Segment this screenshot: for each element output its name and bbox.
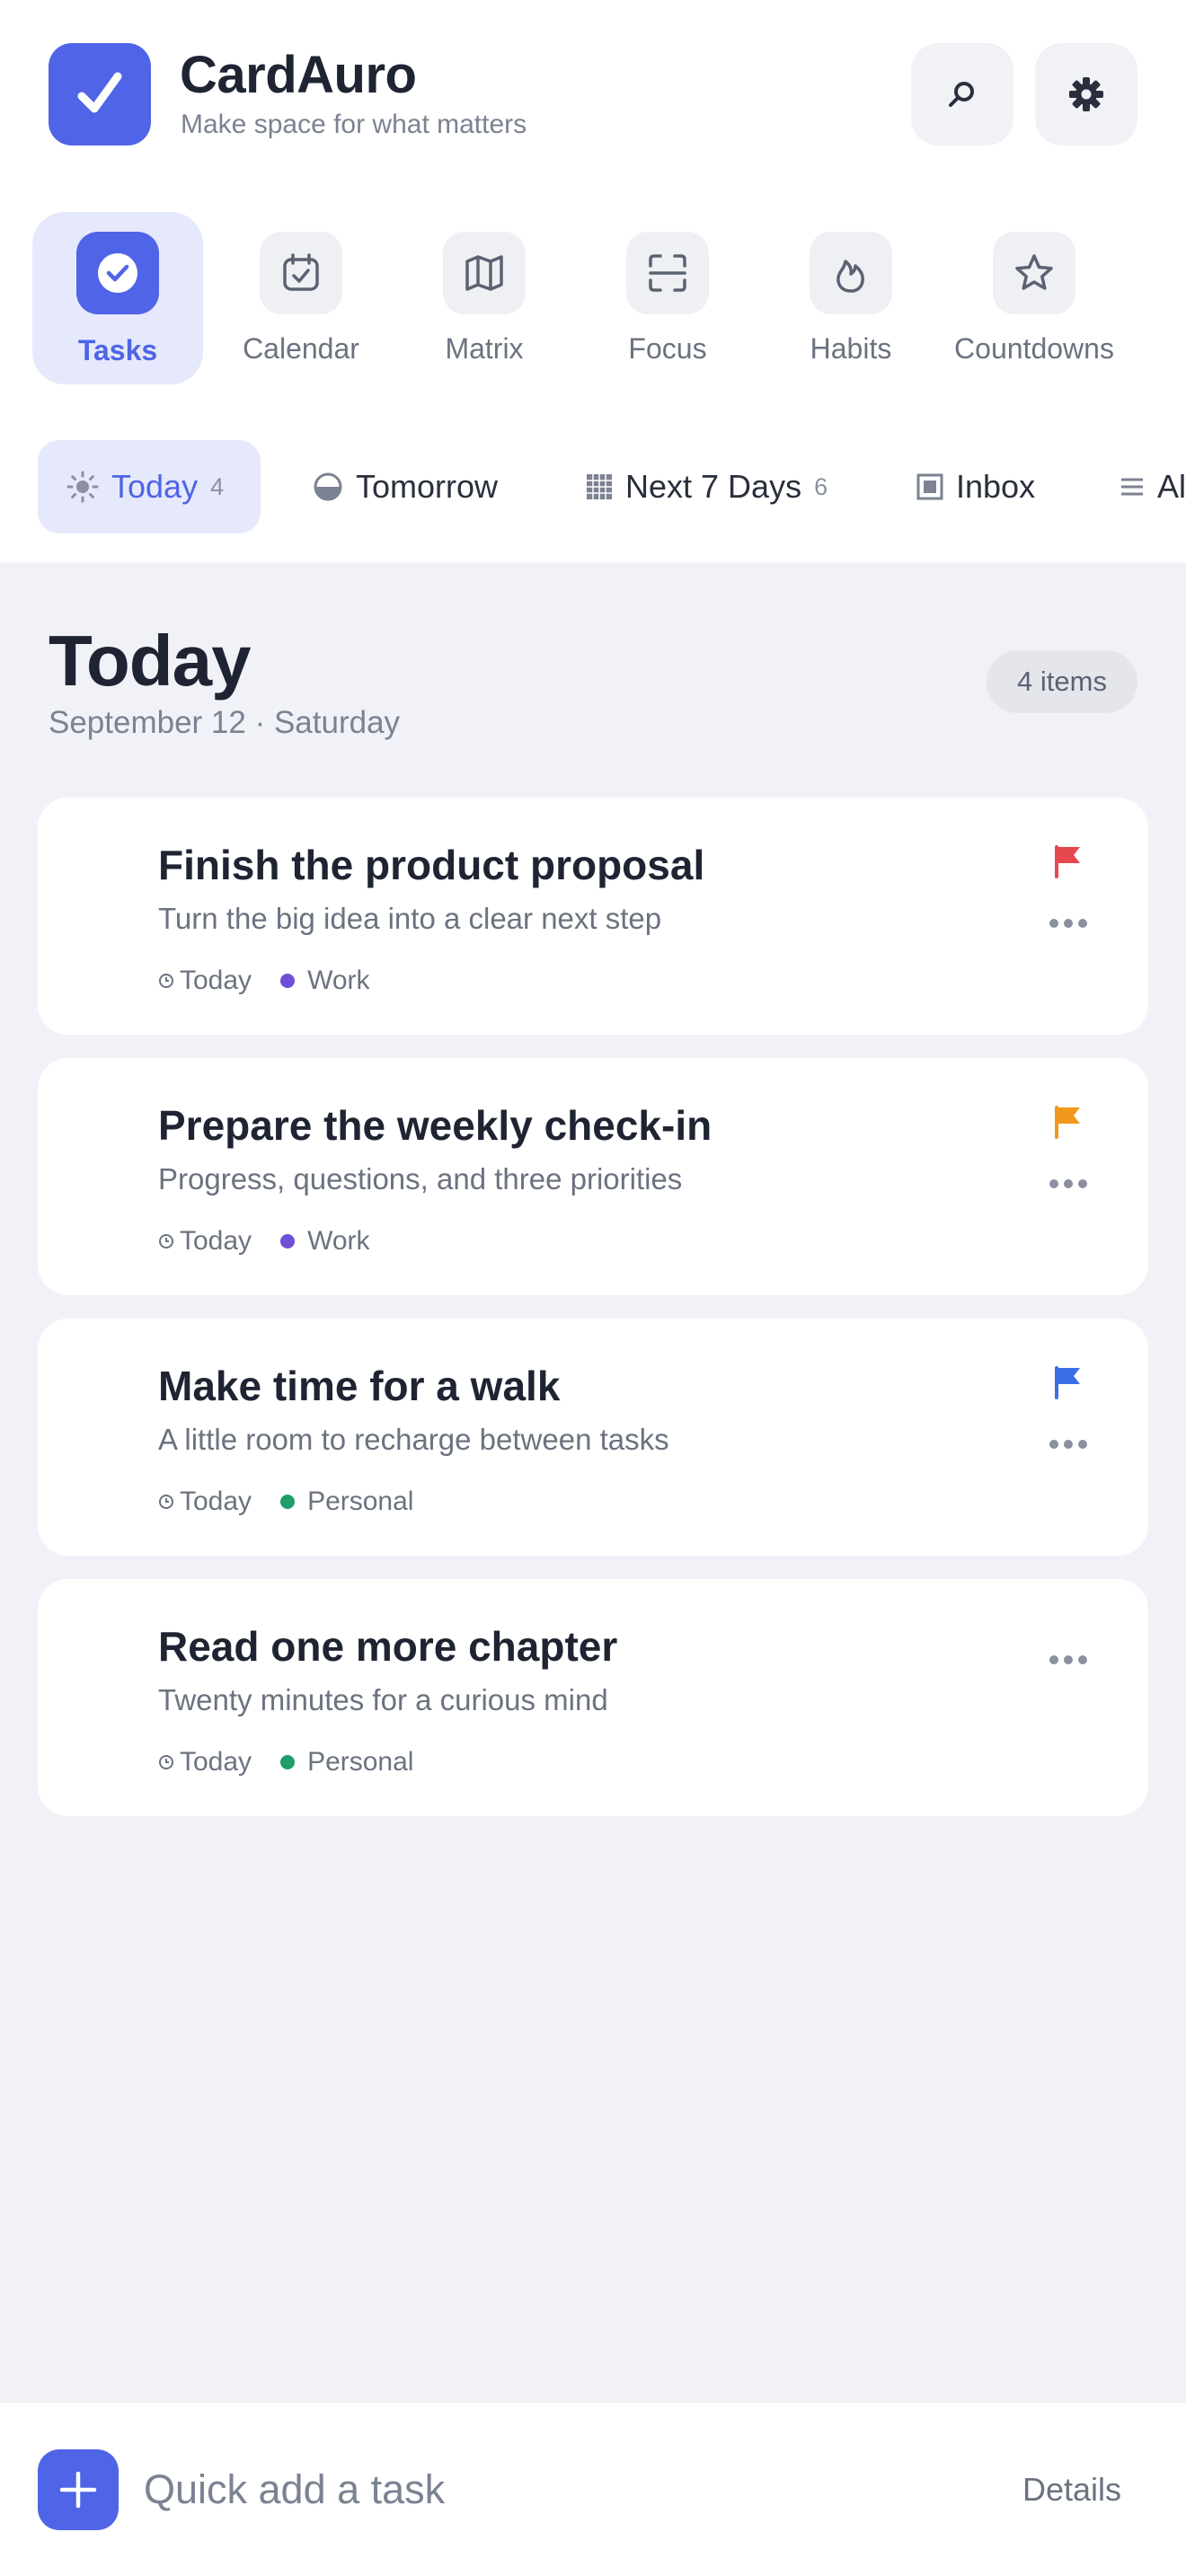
nav-label: Calendar (243, 332, 359, 365)
search-icon (949, 82, 974, 107)
chip-all[interactable]: All (1120, 440, 1186, 534)
task-title: Prepare the weekly check-in (158, 1102, 712, 1149)
inbox-square-icon (916, 473, 943, 500)
nav-tasks[interactable]: Tasks (32, 212, 203, 384)
task-due: Today (180, 1486, 252, 1516)
nav-label: Tasks (77, 334, 158, 366)
task-due: Today (180, 1226, 252, 1256)
page-date: September 12 · Saturday (49, 705, 401, 740)
clock-icon (158, 973, 174, 989)
gear-icon (1069, 77, 1103, 111)
task-card[interactable]: Prepare the weekly check-in Progress, qu… (38, 1058, 1148, 1295)
nav-habits[interactable]: Habits (766, 212, 936, 384)
clock-icon (158, 1494, 174, 1510)
task-subtitle: Turn the big idea into a clear next step (158, 902, 662, 935)
quick-add-bar: Details (0, 2402, 1186, 2576)
more-options-icon[interactable] (1049, 1178, 1088, 1189)
task-tag: Work (307, 1226, 370, 1256)
search-button[interactable] (911, 43, 1013, 146)
chip-count: 4 (210, 472, 225, 500)
task-title: Finish the product proposal (158, 842, 705, 888)
task-subtitle: Progress, questions, and three prioritie… (158, 1162, 683, 1195)
task-subtitle: Twenty minutes for a curious mind (158, 1683, 608, 1716)
chip-next-7-days[interactable]: Next 7 Days 6 (586, 440, 828, 534)
nav-label: Habits (810, 332, 892, 365)
task-card[interactable]: Read one more chapter Twenty minutes for… (38, 1579, 1148, 1816)
nav-countdowns[interactable]: Countdowns (949, 212, 1120, 384)
list-icon (1120, 474, 1145, 499)
quick-add-input[interactable] (144, 2451, 881, 2528)
task-due: Today (180, 966, 252, 995)
nav-focus[interactable]: Focus (582, 212, 753, 384)
flag-icon[interactable] (1053, 1365, 1084, 1399)
flag-icon[interactable] (1053, 1105, 1084, 1139)
chip-today[interactable]: Today 4 (38, 440, 261, 534)
task-meta: Today Work (158, 1225, 370, 1257)
task-title: Make time for a walk (158, 1363, 561, 1409)
tag-dot (280, 1495, 296, 1509)
task-title: Read one more chapter (158, 1623, 618, 1670)
task-card[interactable]: Finish the product proposal Turn the big… (38, 798, 1148, 1035)
more-options-icon[interactable] (1049, 1654, 1088, 1665)
app-logo (49, 43, 151, 146)
half-circle-icon (313, 472, 343, 502)
nav-label: Countdowns (954, 332, 1114, 365)
task-tag: Personal (307, 1747, 414, 1777)
sun-icon (66, 471, 99, 503)
more-options-icon[interactable] (1049, 918, 1088, 929)
task-subtitle: A little room to recharge between tasks (158, 1423, 669, 1456)
tag-dot (280, 1755, 296, 1769)
chip-count: 6 (814, 472, 828, 500)
app-title: CardAuro (180, 46, 417, 104)
tag-dot (280, 974, 296, 988)
scan-frame-icon (649, 254, 686, 292)
task-due: Today (180, 1747, 252, 1777)
task-tag: Work (307, 966, 370, 995)
top-panel: CardAuro Make space for what matters Tas… (0, 0, 1186, 562)
nav-calendar[interactable]: Calendar (216, 212, 386, 384)
nav-label: Focus (628, 332, 707, 365)
items-count-badge: 4 items (987, 650, 1137, 713)
settings-button[interactable] (1035, 43, 1137, 146)
check-circle-icon (98, 253, 137, 293)
chip-tomorrow[interactable]: Tomorrow (313, 440, 498, 534)
flag-icon[interactable] (1053, 844, 1084, 878)
nav-matrix[interactable]: Matrix (399, 212, 570, 384)
star-icon (1015, 254, 1053, 290)
task-meta: Today Work (158, 965, 370, 997)
details-button[interactable]: Details (1022, 2471, 1121, 2509)
checkmark-icon (77, 72, 122, 113)
page-title: Today (49, 621, 252, 701)
more-options-icon[interactable] (1049, 1439, 1088, 1450)
task-meta: Today Personal (158, 1486, 413, 1518)
app-subtitle: Make space for what matters (181, 110, 527, 139)
add-task-button[interactable] (38, 2449, 119, 2530)
task-tag: Personal (307, 1486, 414, 1516)
flame-icon (836, 260, 864, 293)
chip-label: Next 7 Days (625, 468, 802, 505)
task-card[interactable]: Make time for a walk A little room to re… (38, 1319, 1148, 1556)
chip-label: Tomorrow (356, 468, 499, 505)
map-icon (465, 255, 503, 291)
nav-label: Matrix (445, 332, 524, 365)
clock-icon (158, 1754, 174, 1770)
chip-label: Today (111, 468, 199, 505)
task-meta: Today Personal (158, 1746, 413, 1778)
plus-icon (59, 2471, 97, 2509)
clock-icon (158, 1233, 174, 1249)
tag-dot (280, 1234, 296, 1248)
chip-label: All (1157, 468, 1186, 505)
chip-inbox[interactable]: Inbox (916, 440, 1035, 534)
filter-chips: Today 4 Tomorrow Next 7 Days 6 Inbox Al (0, 440, 1186, 534)
calendar-check-icon (283, 253, 319, 291)
grid-calendar-icon (586, 473, 613, 500)
chip-label: Inbox (956, 468, 1036, 505)
